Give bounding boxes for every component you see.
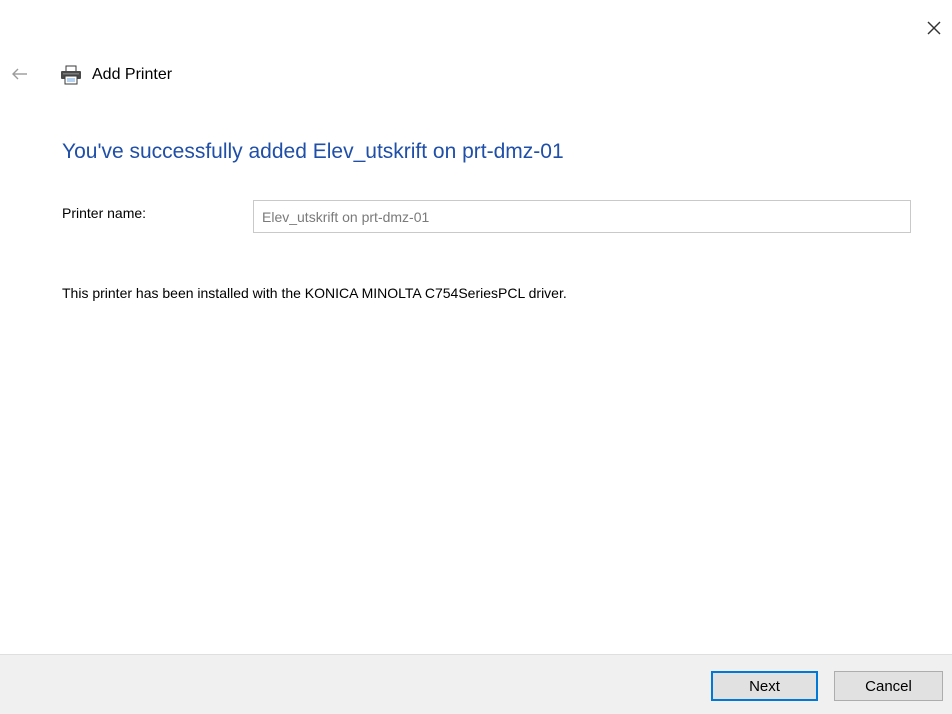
close-icon (927, 21, 941, 35)
page-heading: You've successfully added Elev_utskrift … (62, 140, 564, 163)
driver-message: This printer has been installed with the… (62, 285, 567, 301)
printer-name-field[interactable] (253, 200, 911, 233)
printer-name-label: Printer name: (62, 205, 147, 221)
wizard-title: Add Printer (92, 66, 173, 83)
button-bar: Next Cancel (0, 654, 952, 714)
cancel-button[interactable]: Cancel (834, 671, 943, 701)
next-button[interactable]: Next (711, 671, 818, 701)
close-button[interactable] (920, 14, 948, 42)
back-arrow-icon (12, 68, 27, 80)
wizard-header: Add Printer (60, 62, 172, 88)
printer-icon (60, 63, 84, 87)
back-button[interactable] (8, 62, 32, 86)
add-printer-dialog: Add Printer You've successfully added El… (0, 0, 952, 714)
